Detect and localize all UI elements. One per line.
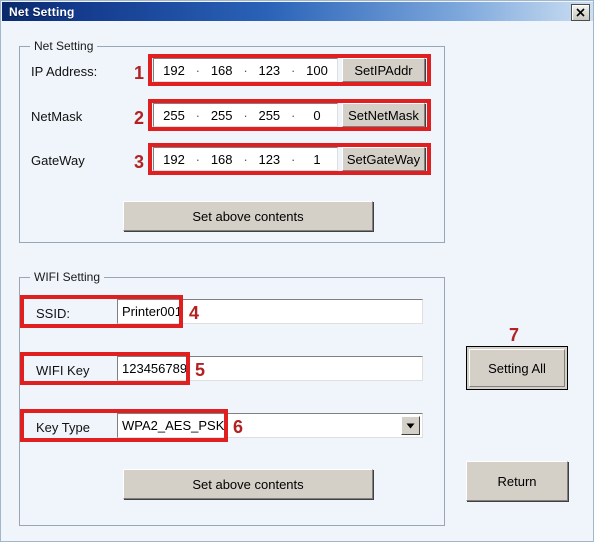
- window-titlebar: Net Setting: [2, 2, 593, 21]
- netmask-separator: .: [196, 105, 200, 120]
- setting-all-button-label: Setting All: [488, 360, 546, 376]
- ip-separator: .: [243, 60, 248, 75]
- key-type-combobox[interactable]: WPA2_AES_PSK: [117, 413, 423, 438]
- netmask-octet-1[interactable]: 255: [154, 108, 194, 123]
- netmask-octet-4[interactable]: 0: [297, 108, 337, 123]
- window-title: Net Setting: [9, 4, 75, 19]
- netmask-octet-3[interactable]: 255: [249, 108, 289, 123]
- net-setting-group-title: Net Setting: [30, 39, 98, 53]
- close-icon: [576, 8, 585, 17]
- gateway-separator: .: [291, 149, 295, 164]
- ssid-input[interactable]: Printer001: [117, 299, 423, 324]
- netmask-label: NetMask: [31, 109, 83, 124]
- gateway-octet-2[interactable]: 168: [202, 152, 242, 167]
- return-button[interactable]: Return: [466, 461, 568, 501]
- ip-separator: .: [291, 60, 295, 75]
- setting-all-button[interactable]: Setting All: [466, 346, 568, 390]
- gateway-octet-1[interactable]: 192: [154, 152, 194, 167]
- close-button[interactable]: [571, 4, 590, 21]
- gateway-separator: .: [196, 149, 200, 164]
- ip-octet-2[interactable]: 168: [202, 63, 242, 78]
- chevron-down-icon: [406, 423, 415, 429]
- wifi-key-input[interactable]: 123456789: [117, 356, 423, 381]
- set-gateway-button-label: SetGateWay: [346, 151, 421, 167]
- key-type-value: WPA2_AES_PSK: [122, 418, 225, 433]
- gateway-octet-4[interactable]: 1: [297, 152, 337, 167]
- netmask-octet-2[interactable]: 255: [202, 108, 242, 123]
- ssid-label: SSID:: [36, 306, 70, 321]
- netmask-input[interactable]: 255 . 255 . 255 . 0: [153, 103, 338, 127]
- gateway-separator: .: [243, 149, 248, 164]
- set-ip-address-button[interactable]: SetIPAddr: [342, 58, 425, 82]
- wifi-key-label: WIFI Key: [36, 363, 90, 378]
- net-setting-window: Net Setting Net Setting IP Address: 192 …: [0, 0, 594, 542]
- gateway-label: GateWay: [31, 153, 85, 168]
- net-set-above-contents-button[interactable]: Set above contents: [123, 201, 373, 231]
- ip-octet-3[interactable]: 123: [249, 63, 289, 78]
- set-netmask-button-label: SetNetMask: [348, 107, 419, 123]
- gateway-octet-3[interactable]: 123: [249, 152, 289, 167]
- netmask-separator: .: [291, 105, 295, 120]
- net-set-above-contents-label: Set above contents: [192, 208, 304, 224]
- set-ip-address-button-label: SetIPAddr: [354, 62, 413, 78]
- key-type-dropdown-button[interactable]: [401, 416, 420, 435]
- ip-octet-4[interactable]: 100: [297, 63, 337, 78]
- wifi-set-above-contents-button[interactable]: Set above contents: [123, 469, 373, 499]
- return-button-label: Return: [497, 473, 537, 489]
- set-gateway-button[interactable]: SetGateWay: [342, 147, 425, 171]
- ip-address-input[interactable]: 192 . 168 . 123 . 100: [153, 58, 338, 82]
- set-netmask-button[interactable]: SetNetMask: [342, 103, 425, 127]
- gateway-input[interactable]: 192 . 168 . 123 . 1: [153, 147, 338, 171]
- ip-separator: .: [196, 60, 200, 75]
- wifi-setting-group-title: WIFI Setting: [30, 270, 105, 284]
- wifi-set-above-contents-label: Set above contents: [192, 476, 304, 492]
- annotation-marker-7: 7: [509, 325, 520, 345]
- key-type-label: Key Type: [36, 420, 90, 435]
- ip-octet-1[interactable]: 192: [154, 63, 194, 78]
- ip-address-label: IP Address:: [31, 64, 98, 79]
- netmask-separator: .: [243, 105, 248, 120]
